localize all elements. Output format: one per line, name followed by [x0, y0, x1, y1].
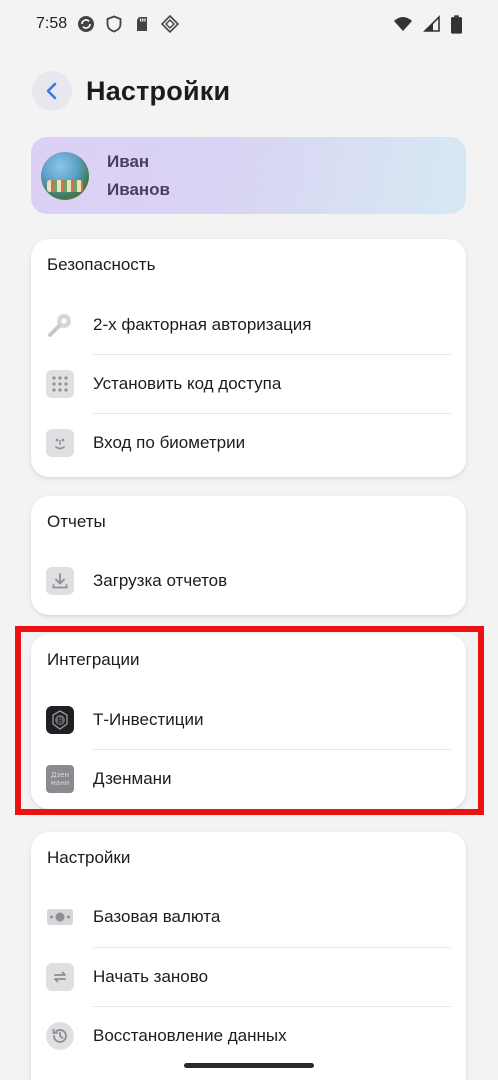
- zenmoney-item[interactable]: Дзен мани Дзенмани: [31, 749, 466, 808]
- restore-data-label: Восстановление данных: [93, 1025, 287, 1045]
- back-button[interactable]: [32, 71, 72, 111]
- wifi-icon: [394, 17, 412, 31]
- security-title: Безопасность: [47, 255, 156, 274]
- sd-card-icon: [137, 17, 148, 31]
- zenmoney-logo-icon: Дзен мани: [46, 764, 74, 793]
- two-factor-auth-label: 2-х факторная авторизация: [93, 314, 312, 334]
- t-invest-logo-icon: ₿: [46, 705, 74, 734]
- status-time: 7:58: [36, 15, 68, 32]
- integrations-card: Интеграции ₿ Т-Инвестиции Дзен мани Дзен…: [31, 634, 466, 809]
- face-id-icon: [46, 428, 74, 457]
- svg-text:₿: ₿: [57, 717, 63, 725]
- passcode-label: Установить код доступа: [93, 373, 282, 393]
- signal-icon: [423, 15, 440, 32]
- biometric-login-label: Вход по биометрии: [93, 432, 246, 452]
- status-bar: 7:58: [0, 0, 498, 48]
- shield-icon: [106, 15, 122, 33]
- t-invest-item[interactable]: ₿ Т-Инвестиции: [31, 690, 466, 749]
- page-title: Настройки: [86, 75, 231, 106]
- download-reports-label: Загрузка отчетов: [93, 570, 228, 590]
- integrations-title: Интеграции: [47, 650, 140, 669]
- battery-icon: [451, 14, 462, 34]
- base-currency-label: Базовая валюта: [93, 906, 221, 926]
- security-card: Безопасность 2-х факторная авторизация У…: [31, 239, 466, 477]
- profile-first-name: Иван: [107, 151, 150, 171]
- banknote-icon: [46, 903, 74, 931]
- reports-title: Отчеты: [47, 512, 106, 531]
- chevron-left-icon: [46, 82, 57, 100]
- header: Настройки: [0, 62, 498, 120]
- zenmoney-label: Дзенмани: [93, 768, 172, 788]
- restore-data-item[interactable]: Восстановление данных: [31, 1006, 466, 1065]
- settings-title: Настройки: [47, 848, 131, 867]
- reports-card: Отчеты Загрузка отчетов: [31, 496, 466, 615]
- t-invest-label: Т-Инвестиции: [93, 709, 204, 729]
- zenmoney-logo-text: Дзен мани: [50, 770, 70, 787]
- two-factor-auth-item[interactable]: 2-х факторная авторизация: [31, 295, 466, 354]
- home-indicator[interactable]: [184, 1063, 314, 1068]
- history-icon: [46, 1021, 74, 1050]
- biometric-login-item[interactable]: Вход по биометрии: [31, 413, 466, 472]
- diamond-icon: [161, 15, 180, 33]
- keypad-icon: [46, 369, 74, 398]
- start-over-item[interactable]: Начать заново: [31, 947, 466, 1006]
- refresh-icon: [46, 962, 74, 991]
- passcode-item[interactable]: Установить код доступа: [31, 354, 466, 413]
- avatar: [41, 151, 89, 200]
- profile-last-name: Иванов: [107, 179, 171, 199]
- profile-card[interactable]: Иван Иванов: [31, 137, 466, 214]
- download-reports-item[interactable]: Загрузка отчетов: [31, 551, 466, 610]
- settings-card: Настройки Базовая валюта Начать заново В…: [31, 832, 466, 1080]
- base-currency-item[interactable]: Базовая валюта: [31, 887, 466, 946]
- download-icon: [46, 566, 74, 595]
- key-icon: [46, 311, 74, 339]
- sync-icon: [78, 16, 95, 32]
- start-over-label: Начать заново: [93, 966, 209, 986]
